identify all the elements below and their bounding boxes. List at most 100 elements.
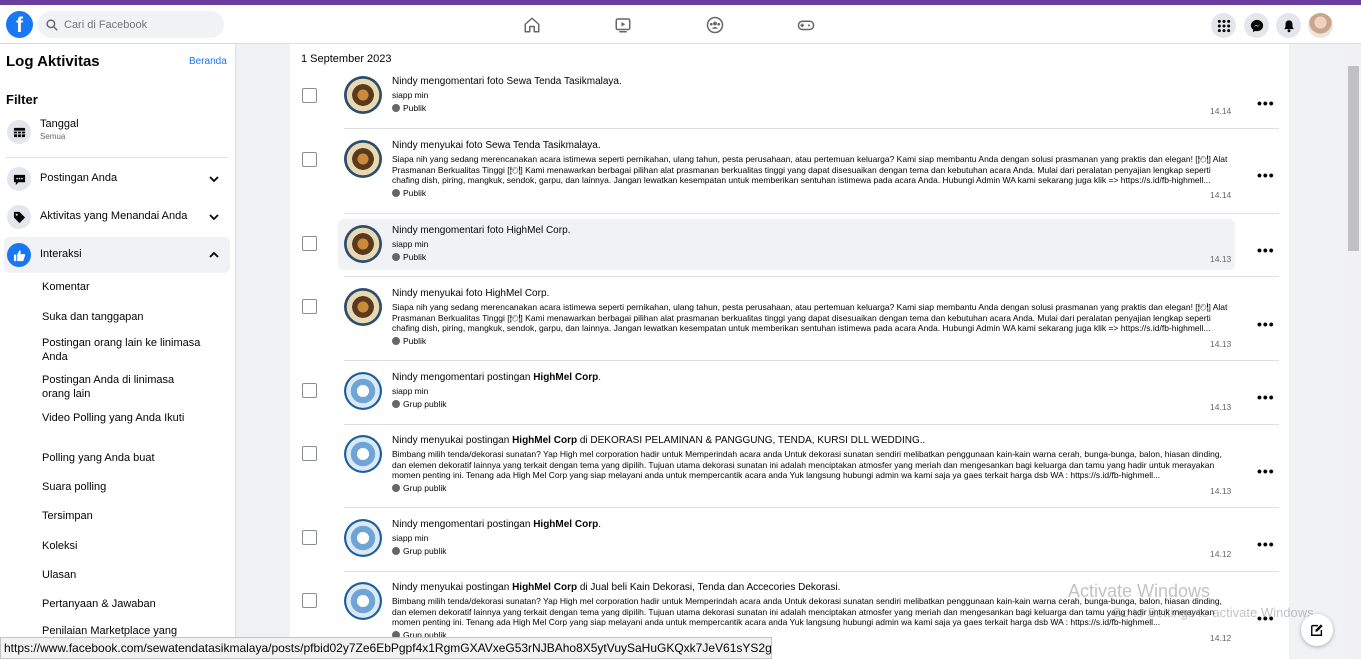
activity-time: 14.13 bbox=[1210, 339, 1232, 349]
select-checkbox[interactable] bbox=[302, 88, 317, 103]
more-options-icon[interactable]: ••• bbox=[1257, 317, 1275, 331]
nav-watch[interactable] bbox=[612, 14, 634, 36]
new-message-button[interactable] bbox=[1301, 614, 1333, 646]
sub-item-others-posts-on-timeline[interactable]: Postingan orang lain ke linimasa Anda bbox=[42, 336, 202, 364]
tag-icon bbox=[7, 205, 31, 229]
activity-time: 14.12 bbox=[1210, 549, 1232, 559]
select-checkbox[interactable] bbox=[302, 236, 317, 251]
section-your-posts[interactable]: Postingan Anda bbox=[4, 161, 230, 197]
sub-item-reviews[interactable]: Ulasan bbox=[42, 568, 202, 582]
activity-description: siapp min bbox=[392, 386, 429, 396]
thumbs-up-icon bbox=[7, 243, 31, 267]
chevron-down-icon bbox=[209, 214, 219, 221]
divider bbox=[344, 507, 1279, 508]
section-tagged-activity[interactable]: Aktivitas yang Menandai Anda bbox=[4, 199, 230, 235]
search-icon bbox=[46, 18, 58, 31]
select-checkbox[interactable] bbox=[302, 593, 317, 608]
date-filter[interactable]: Tanggal Semua bbox=[4, 114, 230, 150]
select-checkbox[interactable] bbox=[302, 299, 317, 314]
post-thumbnail[interactable] bbox=[344, 519, 382, 557]
divider bbox=[6, 157, 228, 158]
compose-icon bbox=[1311, 624, 1323, 636]
search-box[interactable] bbox=[38, 11, 224, 38]
post-thumbnail[interactable] bbox=[344, 76, 382, 114]
post-thumbnail[interactable] bbox=[344, 435, 382, 473]
sub-item-poll-votes[interactable]: Suara polling bbox=[42, 480, 202, 494]
divider bbox=[344, 424, 1279, 425]
privacy-label: Grup publik bbox=[392, 546, 1230, 556]
activity-title[interactable]: Nindy mengomentari postingan HighMel Cor… bbox=[392, 519, 1230, 530]
section-interactions[interactable]: Interaksi bbox=[4, 237, 230, 273]
date-heading: 1 September 2023 bbox=[301, 53, 392, 65]
activity-body: Nindy menyukai postingan HighMel Corp di… bbox=[392, 435, 1230, 493]
date-filter-value: Semua bbox=[40, 132, 66, 141]
scrollbar-thumb[interactable] bbox=[1348, 66, 1359, 251]
home-link[interactable]: Beranda bbox=[189, 56, 227, 67]
activity-title[interactable]: Nindy mengomentari postingan HighMel Cor… bbox=[392, 372, 1230, 383]
sub-item-polls-created[interactable]: Polling yang Anda buat bbox=[42, 451, 202, 465]
messenger-button[interactable] bbox=[1244, 13, 1269, 38]
activity-description: siapp min bbox=[392, 90, 429, 100]
post-thumbnail[interactable] bbox=[344, 582, 382, 620]
messenger-icon bbox=[1250, 19, 1263, 32]
activity-title[interactable]: Nindy menyukai postingan HighMel Corp di… bbox=[392, 435, 1230, 446]
profile-avatar[interactable] bbox=[1308, 13, 1333, 38]
sub-item-your-posts-on-others[interactable]: Postingan Anda di linimasa orang lain bbox=[42, 373, 202, 401]
privacy-label: Publik bbox=[392, 103, 1230, 113]
more-options-icon[interactable]: ••• bbox=[1257, 464, 1275, 478]
more-options-icon[interactable]: ••• bbox=[1257, 96, 1275, 110]
divider bbox=[344, 128, 1279, 129]
browser-status-url: https://www.facebook.com/sewatendatasikm… bbox=[0, 637, 772, 659]
activity-title[interactable]: Nindy mengomentari foto Sewa Tenda Tasik… bbox=[392, 76, 1230, 87]
sub-item-marketplace-ratings[interactable]: Penilaian Marketplace yang bbox=[42, 624, 202, 638]
select-checkbox[interactable] bbox=[302, 383, 317, 398]
search-input[interactable] bbox=[64, 18, 214, 31]
nav-gaming[interactable] bbox=[795, 14, 817, 36]
activity-time: 14.14 bbox=[1210, 106, 1232, 116]
activity-body: Nindy mengomentari foto HighMel Corp. si… bbox=[392, 225, 1230, 262]
notifications-button[interactable] bbox=[1276, 13, 1301, 38]
bell-icon bbox=[1283, 19, 1294, 32]
sub-item-comments[interactable]: Komentar bbox=[42, 280, 202, 294]
activity-title[interactable]: Nindy menyukai foto HighMel Corp. bbox=[392, 288, 1230, 299]
more-options-icon[interactable]: ••• bbox=[1257, 168, 1275, 182]
divider bbox=[344, 276, 1279, 277]
post-thumbnail[interactable] bbox=[344, 225, 382, 263]
activity-description: Bimbang milih tenda/dekorasi sunatan? Ya… bbox=[392, 449, 1222, 480]
activity-description: Siapa nih yang sedang merencanakan acara… bbox=[392, 154, 1228, 185]
activity-time: 14.13 bbox=[1210, 402, 1232, 412]
facebook-logo[interactable]: f bbox=[6, 11, 33, 38]
filter-heading: Filter bbox=[6, 92, 38, 107]
select-checkbox[interactable] bbox=[302, 446, 317, 461]
globe-icon bbox=[392, 546, 400, 555]
activity-time: 14.12 bbox=[1210, 633, 1232, 643]
activity-body: Nindy menyukai foto HighMel Corp. Siapa … bbox=[392, 288, 1230, 346]
menu-button[interactable] bbox=[1211, 13, 1236, 38]
post-thumbnail[interactable] bbox=[344, 372, 382, 410]
select-checkbox[interactable] bbox=[302, 530, 317, 545]
activity-title[interactable]: Nindy mengomentari foto HighMel Corp. bbox=[392, 225, 1230, 236]
select-checkbox[interactable] bbox=[302, 152, 317, 167]
nav-home[interactable] bbox=[521, 14, 543, 36]
sub-item-qa[interactable]: Pertanyaan & Jawaban bbox=[42, 597, 202, 611]
groups-icon bbox=[706, 16, 724, 34]
activity-log-content: 1 September 2023 Nindy mengomentari foto… bbox=[290, 44, 1289, 659]
more-options-icon[interactable]: ••• bbox=[1257, 243, 1275, 257]
activity-description: siapp min bbox=[392, 533, 429, 543]
grid-menu-icon bbox=[1217, 19, 1230, 32]
divider bbox=[344, 213, 1279, 214]
sub-item-video-polls[interactable]: Video Polling yang Anda Ikuti bbox=[42, 411, 202, 425]
more-options-icon[interactable]: ••• bbox=[1257, 390, 1275, 404]
activity-time: 14.14 bbox=[1210, 190, 1232, 200]
activity-description: Siapa nih yang sedang merencanakan acara… bbox=[392, 302, 1228, 333]
sub-item-saved[interactable]: Tersimpan bbox=[42, 509, 202, 523]
section-label: Aktivitas yang Menandai Anda bbox=[40, 210, 188, 222]
sub-item-likes[interactable]: Suka dan tanggapan bbox=[42, 310, 202, 324]
top-navigation-bar: f bbox=[0, 5, 1361, 44]
post-thumbnail[interactable] bbox=[344, 288, 382, 326]
sub-item-collections[interactable]: Koleksi bbox=[42, 539, 202, 553]
activity-title[interactable]: Nindy menyukai foto Sewa Tenda Tasikmala… bbox=[392, 140, 1230, 151]
more-options-icon[interactable]: ••• bbox=[1257, 537, 1275, 551]
post-thumbnail[interactable] bbox=[344, 140, 382, 178]
nav-groups[interactable] bbox=[704, 14, 726, 36]
